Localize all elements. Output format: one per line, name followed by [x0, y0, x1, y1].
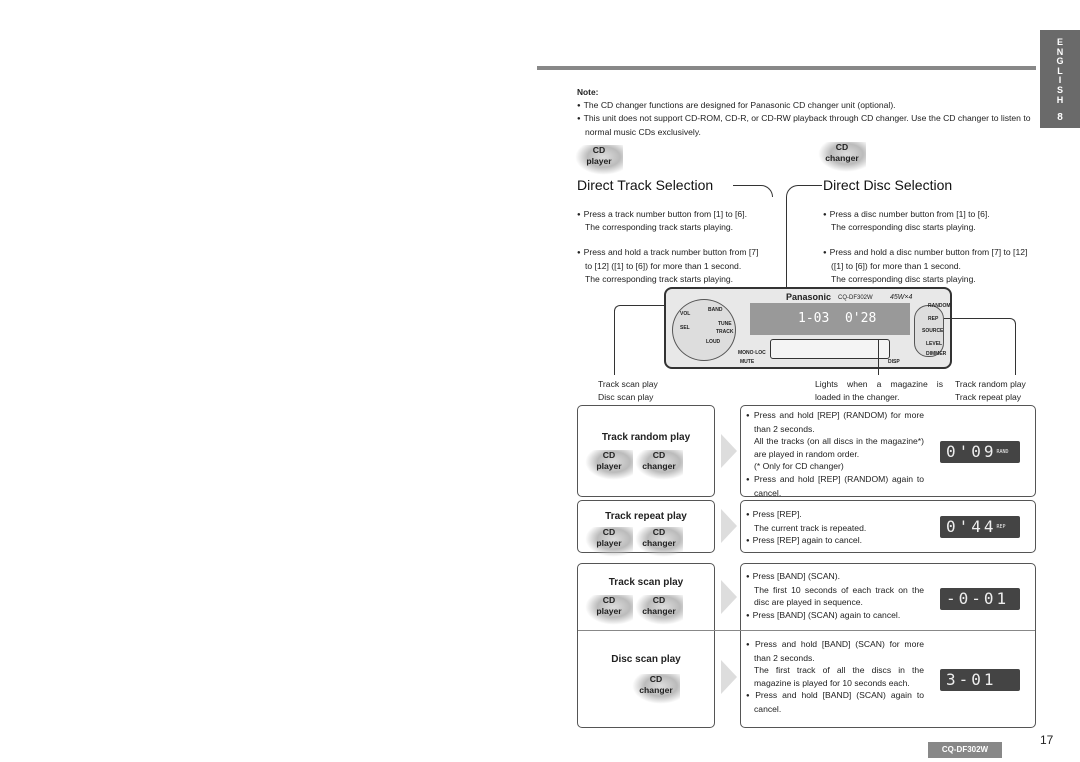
callout-line — [614, 305, 666, 375]
arrow-icon — [721, 660, 737, 694]
list-item: Press [BAND] (SCAN). The first 10 second… — [746, 570, 924, 609]
callout-line — [878, 340, 879, 375]
section-steps: Press and hold [BAND] (SCAN) for more th… — [746, 638, 924, 716]
lcd-display: 3-01 — [940, 669, 1020, 691]
list-item: Press a disc number button from [1] to [… — [823, 208, 1038, 234]
list-item: Press and hold [REP] (RANDOM) again to c… — [746, 473, 924, 499]
cd-changer-badge: CD changer — [818, 142, 866, 172]
section-title: Track repeat play — [605, 511, 687, 522]
stereo-button-loud: LOUD — [706, 339, 721, 345]
arrow-icon — [721, 509, 737, 543]
note: Note: The CD changer functions are desig… — [577, 86, 1037, 138]
cd-player-badge: CD player — [585, 595, 633, 625]
callout-right: Track random play Track repeat play — [955, 379, 1026, 402]
arrow-icon — [721, 434, 737, 468]
stereo-display: 1-03 0'28 — [750, 303, 910, 335]
stereo-button-random: RANDOM — [928, 303, 951, 309]
list-item: Press and hold a track number button fro… — [577, 246, 767, 285]
section-title: Track scan play — [608, 577, 684, 588]
list-item: Press a track number button from [1] to … — [577, 208, 767, 234]
cd-changer-badge: CD changer — [635, 527, 683, 557]
cd-player-badge: CD player — [575, 145, 623, 175]
stereo-button-source: SOURCE — [922, 328, 944, 334]
preset-buttons — [770, 339, 890, 359]
lcd-display: 0'44REP — [940, 516, 1020, 538]
stereo-button-disp: DISP — [888, 359, 900, 365]
section-title: Disc scan play — [611, 654, 681, 665]
list-item: Press and hold a disc number button from… — [823, 246, 1038, 285]
cd-changer-badge: CD changer — [632, 674, 680, 704]
callout-line — [944, 318, 1016, 375]
lcd-display: -0-01 — [940, 588, 1020, 610]
section-steps: Press and hold [REP] (RANDOM) for more t… — [746, 409, 924, 499]
note-item: The CD changer functions are designed fo… — [577, 99, 1037, 113]
direct-track-title: Direct Track Selection — [577, 177, 714, 193]
divider — [578, 630, 1035, 631]
language-letter: H — [1056, 94, 1064, 105]
cd-changer-badge: CD changer — [635, 450, 683, 480]
section-steps: Press [REP]. The current track is repeat… — [746, 508, 924, 548]
section-title: Track random play — [601, 432, 691, 443]
direct-disc-title: Direct Disc Selection — [823, 177, 953, 193]
stereo-button-monoloc: MONO·LOC — [738, 350, 766, 356]
stereo-button-track: TRACK — [716, 329, 734, 335]
cd-changer-badge: CD changer — [635, 595, 683, 625]
list-item: Press [REP]. The current track is repeat… — [746, 508, 924, 534]
lcd-display: 0'09RAND — [940, 441, 1020, 463]
stereo-button-sel: SEL — [680, 325, 690, 331]
brand-logo: Panasonic — [786, 292, 832, 302]
note-title: Note: — [577, 87, 599, 97]
stereo-button-level: LEVEL — [926, 341, 943, 347]
connector-line — [786, 185, 822, 290]
direct-disc-list: Press a disc number button from [1] to [… — [823, 195, 1038, 298]
stereo-button-tune: TUNE — [718, 321, 732, 327]
stereo-button-dimmer: DIMMER — [926, 351, 947, 357]
list-item: Press and hold [BAND] (SCAN) again to ca… — [746, 689, 924, 715]
section-number: 8 — [1057, 112, 1063, 124]
stereo-button-mute: MUTE — [740, 359, 755, 365]
page-number: 17 — [1040, 733, 1054, 747]
list-item: Press [BAND] (SCAN) again to cancel. — [746, 609, 924, 623]
note-item: This unit does not support CD-ROM, CD-R,… — [577, 112, 1037, 138]
list-item: Press and hold [REP] (RANDOM) for more t… — [746, 409, 924, 473]
stereo-button-band: BAND — [708, 307, 723, 313]
list-item: Press [REP] again to cancel. — [746, 534, 924, 548]
cd-player-badge: CD player — [585, 527, 633, 557]
cd-player-badge: CD player — [585, 450, 633, 480]
section-steps: Press [BAND] (SCAN). The first 10 second… — [746, 570, 924, 622]
callout-middle: Lights when a magazine is loaded in the … — [815, 379, 943, 402]
list-item: Press and hold [BAND] (SCAN) for more th… — [746, 638, 924, 689]
language-tab: ENGLISH 8 — [1040, 30, 1080, 128]
stereo-button-rep: REP — [928, 316, 939, 322]
direct-track-list: Press a track number button from [1] to … — [577, 195, 767, 298]
arrow-icon — [721, 580, 737, 614]
header-rule — [537, 66, 1036, 70]
car-stereo-illustration: Panasonic CQ-DF302W 45W×4 1-03 0'28 VOL B… — [664, 287, 952, 369]
model-badge: CQ-DF302W — [928, 742, 1002, 758]
stereo-button-vol: VOL — [680, 311, 691, 317]
callout-left: Track scan play Disc scan play — [598, 379, 658, 402]
